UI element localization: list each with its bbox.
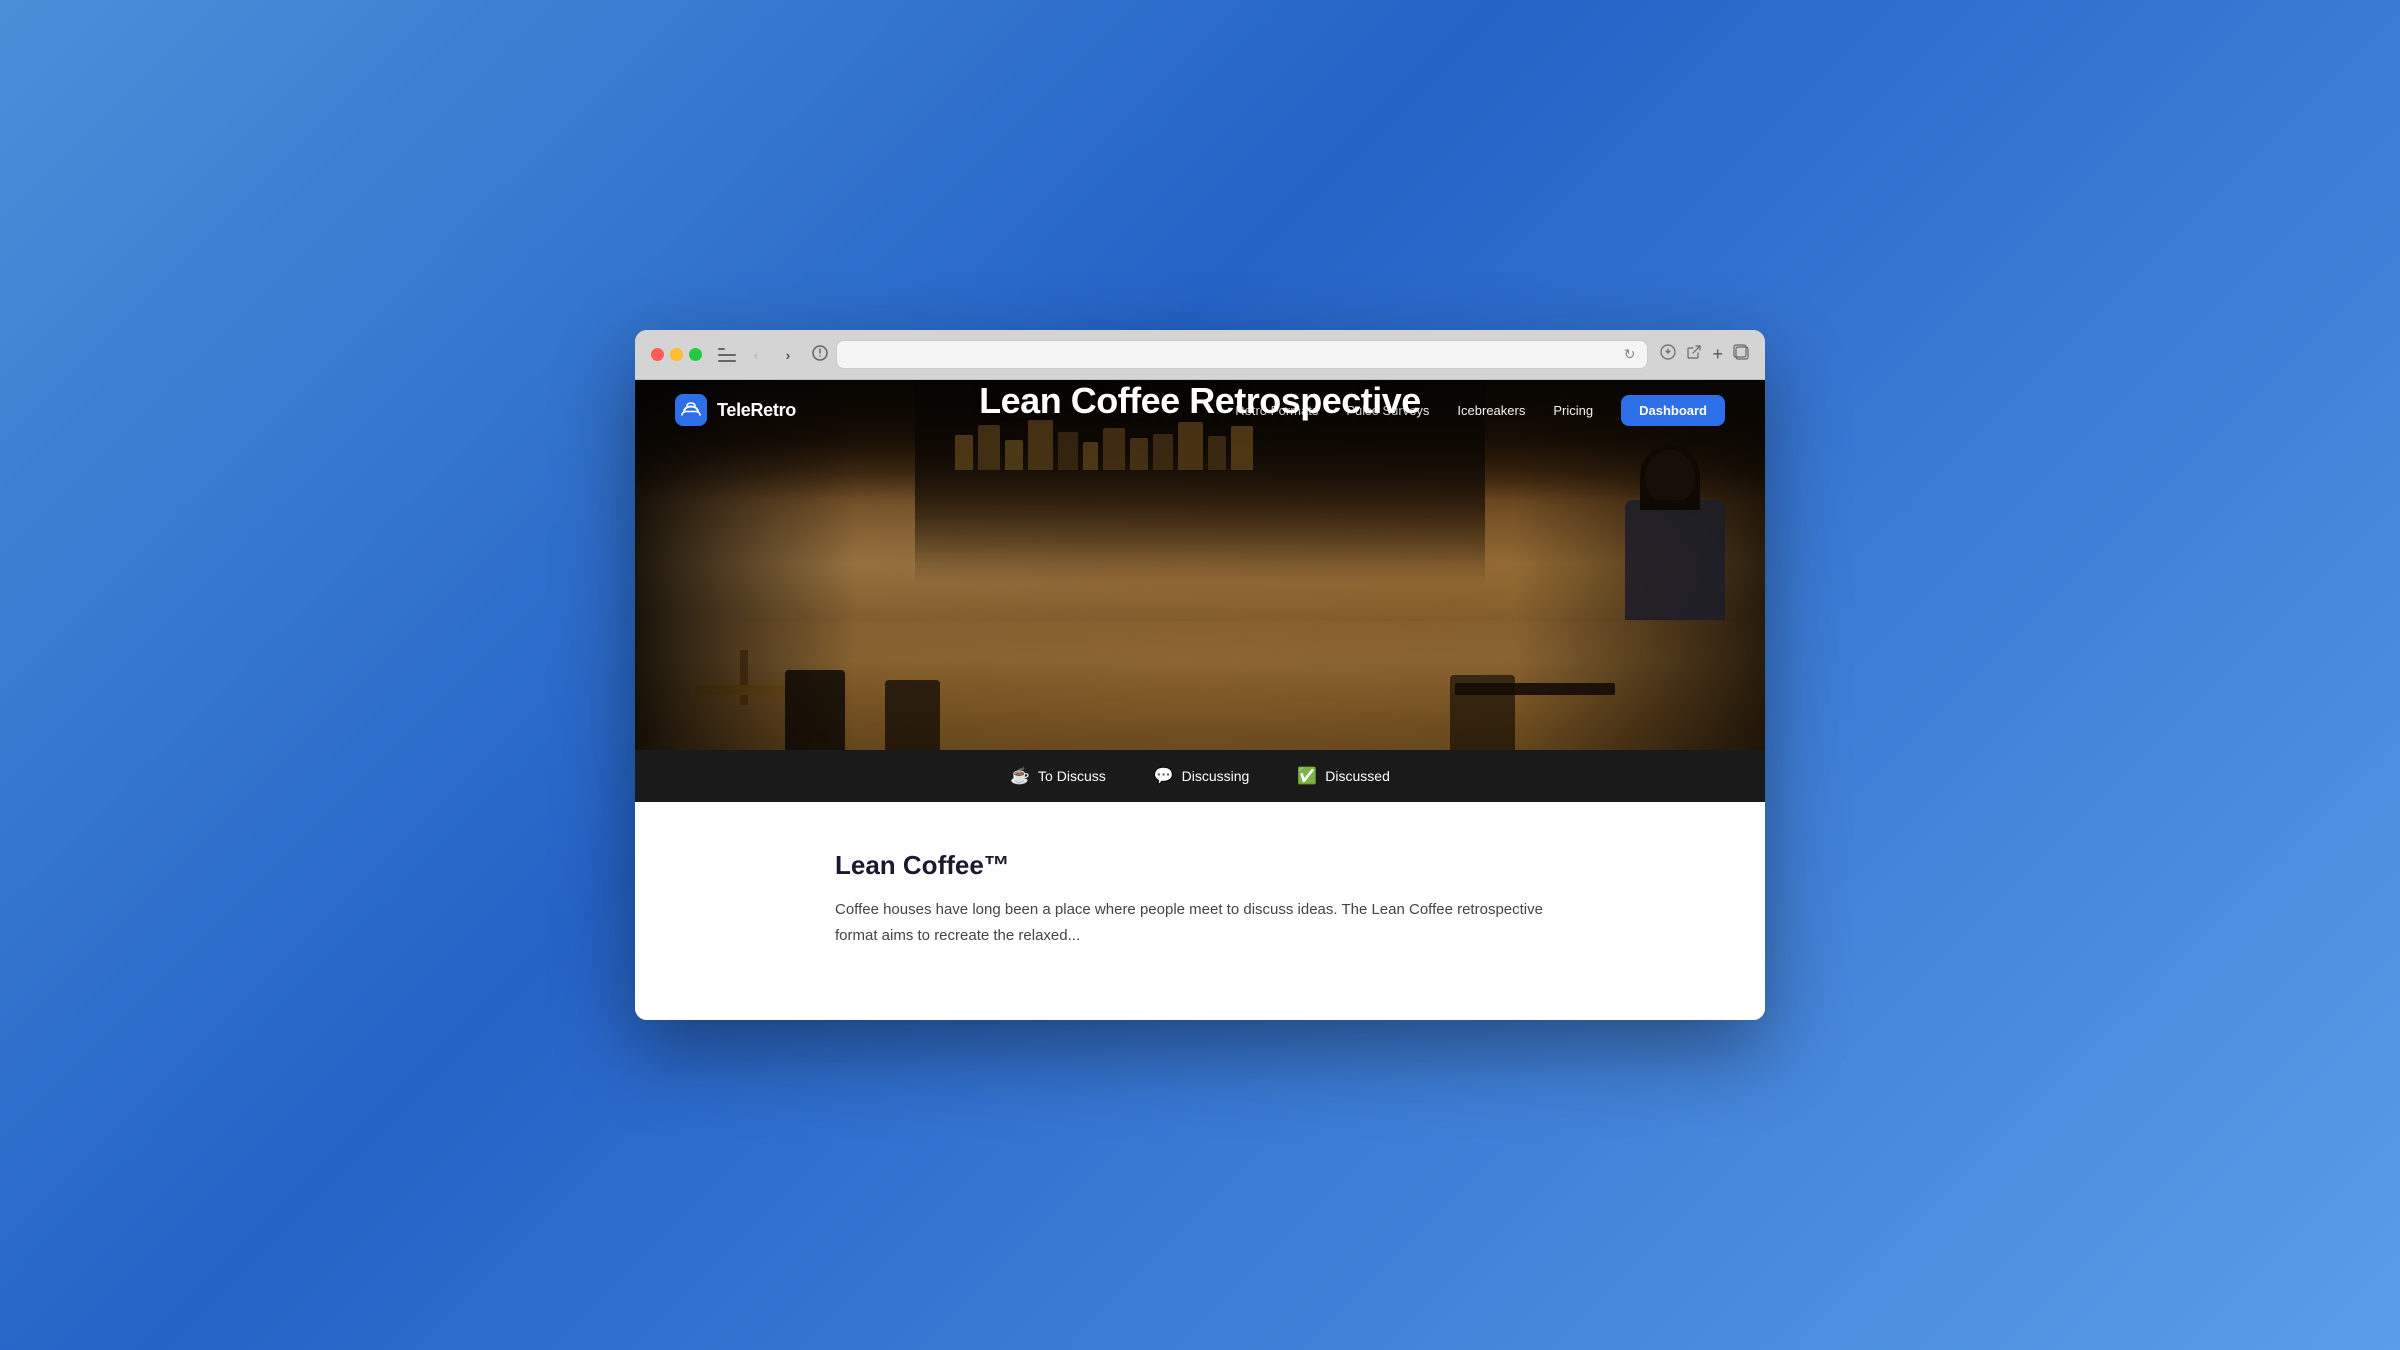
table-dark [1455,683,1615,695]
traffic-lights [651,348,702,361]
hero-title: Lean Coffee Retrospective [635,380,1765,422]
to-discuss-label: To Discuss [1038,768,1106,784]
browser-actions: + [1660,344,1749,365]
new-tab-icon[interactable]: + [1712,344,1723,365]
speech-emoji: 💬 [1154,766,1174,786]
status-discussing[interactable]: 💬 Discussing [1154,766,1250,786]
coffee-emoji: ☕ [1010,766,1030,786]
browser-titlebar: ‹ › ↻ [635,330,1765,380]
browser-window: ‹ › ↻ [635,330,1765,1020]
content-title: Lean Coffee™ [835,850,1565,881]
sidebar-toggle-icon[interactable] [718,348,736,362]
discussed-label: Discussed [1325,768,1390,784]
website: TeleRetro Retro Formats Pulse Surveys Ic… [635,380,1765,1020]
content-body: Coffee houses have long been a place whe… [835,897,1565,948]
address-bar-container: ↻ [812,340,1648,369]
status-discussed[interactable]: ✅ Discussed [1297,766,1390,786]
browser-content: TeleRetro Retro Formats Pulse Surveys Ic… [635,380,1765,1020]
maximize-button[interactable] [689,348,702,361]
minimize-button[interactable] [670,348,683,361]
chair-2 [885,680,940,750]
tabs-icon[interactable] [1733,344,1749,365]
download-icon[interactable] [1660,344,1676,365]
browser-controls: ‹ › [718,343,800,367]
security-icon [812,345,828,364]
hero-content: Lean Coffee Retrospective [635,380,1765,422]
forward-button[interactable]: › [776,343,800,367]
content-section: Lean Coffee™ Coffee houses have long bee… [635,802,1765,1020]
close-button[interactable] [651,348,664,361]
back-button[interactable]: ‹ [744,343,768,367]
refresh-icon[interactable]: ↻ [1624,346,1636,363]
person-right [1595,440,1735,750]
discussing-label: Discussing [1182,768,1250,784]
hero-section: TeleRetro Retro Formats Pulse Surveys Ic… [635,380,1765,750]
status-bar: ☕ To Discuss 💬 Discussing ✅ Discussed [635,750,1765,802]
address-bar[interactable]: ↻ [836,340,1648,369]
check-emoji: ✅ [1297,766,1317,786]
share-icon[interactable] [1686,344,1702,365]
status-to-discuss[interactable]: ☕ To Discuss [1010,766,1106,786]
